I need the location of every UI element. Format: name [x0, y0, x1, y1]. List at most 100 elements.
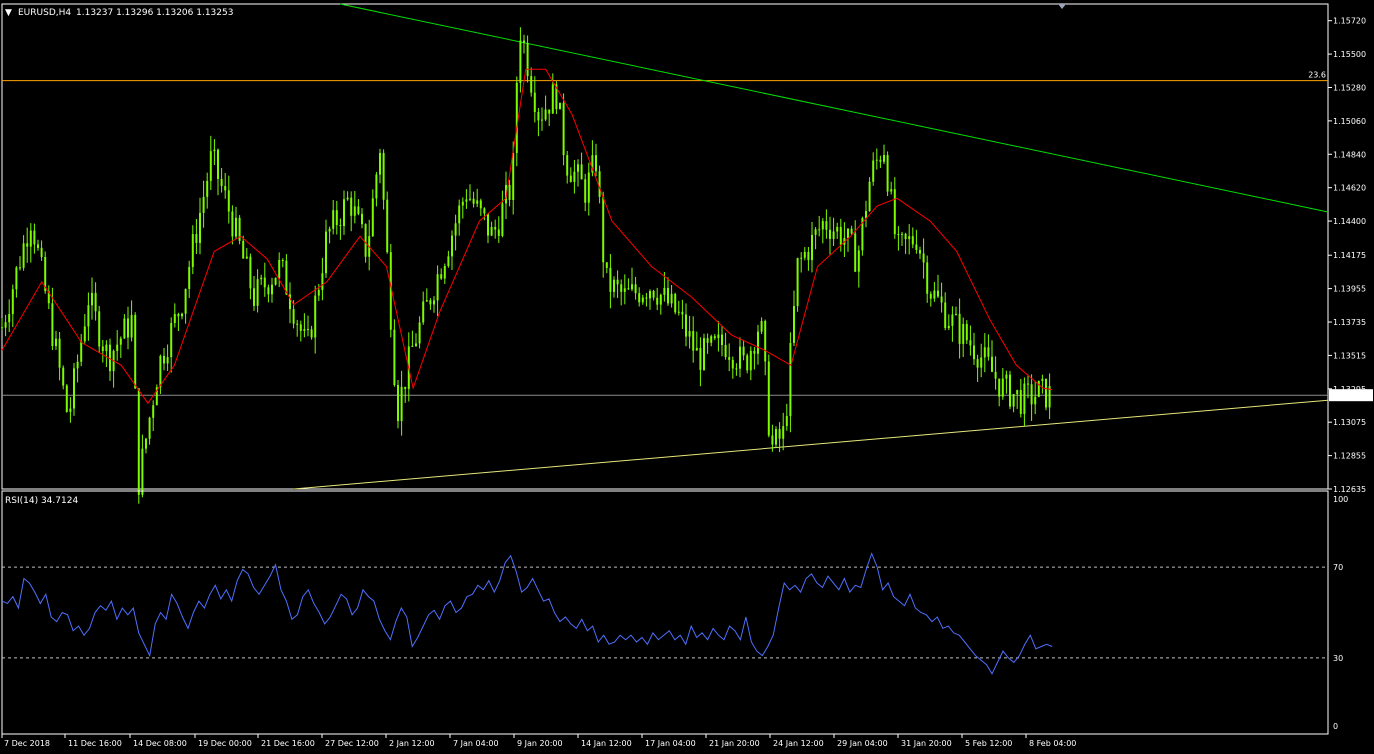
candle-body	[847, 228, 849, 238]
candle-body	[649, 290, 651, 299]
terminal-chart-window[interactable]: 1.15720 1.15500 1.15280 1.15060 1.14840 1.146…	[0, 0, 1374, 754]
candle-body	[800, 257, 803, 259]
candle-body	[955, 313, 957, 315]
candle-body	[379, 152, 381, 175]
candle-body	[479, 200, 482, 209]
candle-body	[512, 152, 515, 200]
candle-body	[141, 448, 144, 495]
candle-body	[307, 329, 309, 331]
candle-body	[314, 295, 317, 338]
candle-body	[40, 247, 43, 258]
candle-body	[91, 292, 93, 306]
candle-body	[580, 164, 583, 180]
candle-body	[278, 259, 281, 278]
candle-body	[584, 179, 587, 203]
candle-body	[652, 290, 655, 298]
candle-body	[299, 324, 302, 331]
candle-body	[22, 243, 25, 268]
candle-body	[742, 346, 745, 356]
candle-body	[166, 357, 169, 364]
candle-body	[15, 267, 18, 290]
chart-menu-icon[interactable]: ▼	[5, 8, 12, 18]
candle-body	[73, 368, 75, 409]
candle-body	[1005, 374, 1008, 379]
candle-body	[1030, 384, 1033, 405]
candle-body	[119, 338, 122, 345]
candle-body	[137, 388, 140, 495]
time-tick-label: 7 Dec 2018	[4, 739, 50, 748]
candle-body	[206, 180, 209, 197]
candle-body	[411, 345, 414, 347]
candle-body	[253, 288, 255, 306]
price-tick-label: 1.13075	[1333, 418, 1366, 427]
candle-body	[235, 217, 237, 237]
candle-body	[213, 149, 216, 152]
time-tick-label: 17 Jan 04:00	[645, 739, 696, 748]
candle-body	[8, 314, 11, 323]
candle-body	[458, 205, 461, 224]
candle-body	[872, 160, 875, 182]
candle-body	[1045, 378, 1047, 408]
candle-body	[317, 289, 320, 296]
candle-body	[163, 355, 165, 364]
candle-body	[415, 343, 417, 346]
candle-body	[263, 277, 266, 288]
time-tick-label: 14 Dec 08:00	[133, 739, 187, 748]
candle-body	[461, 201, 464, 206]
candle-body	[764, 320, 767, 362]
candle-body	[832, 231, 835, 239]
candle-body	[285, 260, 288, 295]
candle-body	[728, 357, 731, 360]
candle-body	[868, 181, 871, 212]
time-tick-label: 31 Jan 20:00	[901, 739, 952, 748]
candle-body	[897, 234, 900, 236]
candle-body	[749, 350, 752, 371]
candle-body	[375, 174, 378, 199]
candle-body	[386, 199, 389, 253]
candle-body	[357, 206, 360, 214]
candle-body	[616, 279, 619, 285]
candle-body	[260, 277, 263, 280]
candle-body	[332, 210, 335, 229]
candle-body	[983, 347, 986, 358]
candle-body	[886, 154, 889, 192]
candle-body	[173, 314, 176, 324]
candle-body	[1001, 378, 1004, 397]
candle-body	[195, 234, 198, 243]
candle-body	[274, 277, 277, 285]
candle-body	[605, 262, 608, 268]
candle-body	[425, 300, 428, 302]
candle-body	[220, 178, 223, 187]
candle-body	[159, 355, 162, 388]
candle-body	[681, 311, 684, 315]
candle-body	[310, 329, 313, 338]
candle-body	[454, 223, 457, 236]
candle-body	[4, 322, 7, 328]
candle-body	[249, 256, 252, 289]
candle-body	[123, 318, 126, 339]
candle-body	[303, 329, 306, 331]
candle-body	[371, 198, 374, 237]
candle-body	[33, 230, 36, 245]
price-axis: 1.15720 1.15500 1.15280 1.15060 1.14840 1.146…	[1328, 17, 1366, 494]
candle-body	[915, 244, 918, 250]
candle-body	[1023, 383, 1026, 414]
rsi-tick-label: 30	[1333, 654, 1343, 663]
candle-body	[62, 367, 65, 386]
candle-body	[688, 331, 691, 337]
candle-body	[433, 300, 435, 305]
price-tick-label: 1.14620	[1333, 184, 1366, 193]
candle-body	[494, 226, 497, 230]
candle-body	[659, 294, 662, 305]
candle-body	[134, 314, 137, 389]
candle-body	[573, 171, 576, 182]
candle-body	[789, 342, 792, 417]
candle-body	[562, 102, 565, 156]
candle-body	[130, 314, 133, 338]
symbol-timeframe-label: EURUSD,H4	[18, 8, 71, 18]
candle-body	[80, 341, 83, 362]
candle-body	[418, 322, 421, 344]
candle-body	[148, 417, 151, 439]
candle-body	[695, 347, 698, 351]
candle-body	[429, 300, 432, 305]
